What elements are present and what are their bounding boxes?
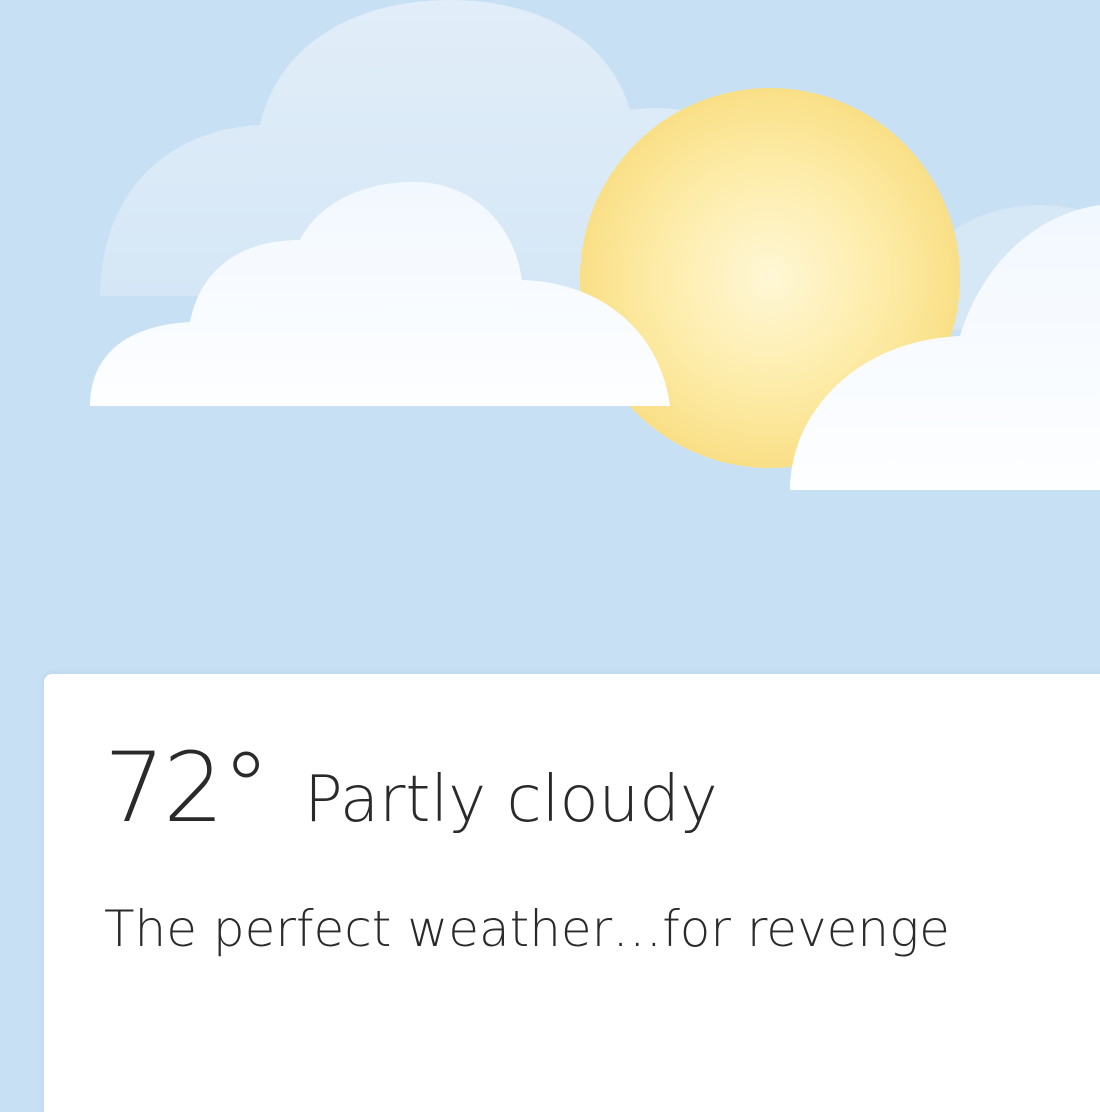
weather-condition: Partly cloudy <box>304 763 718 837</box>
temperature-value: 72° <box>104 732 270 844</box>
weather-card: 72° Partly cloudy The perfect weather…fo… <box>44 674 1100 1112</box>
weather-summary: 72° Partly cloudy <box>104 740 718 836</box>
weather-tagline: The perfect weather…for revenge <box>104 900 950 958</box>
